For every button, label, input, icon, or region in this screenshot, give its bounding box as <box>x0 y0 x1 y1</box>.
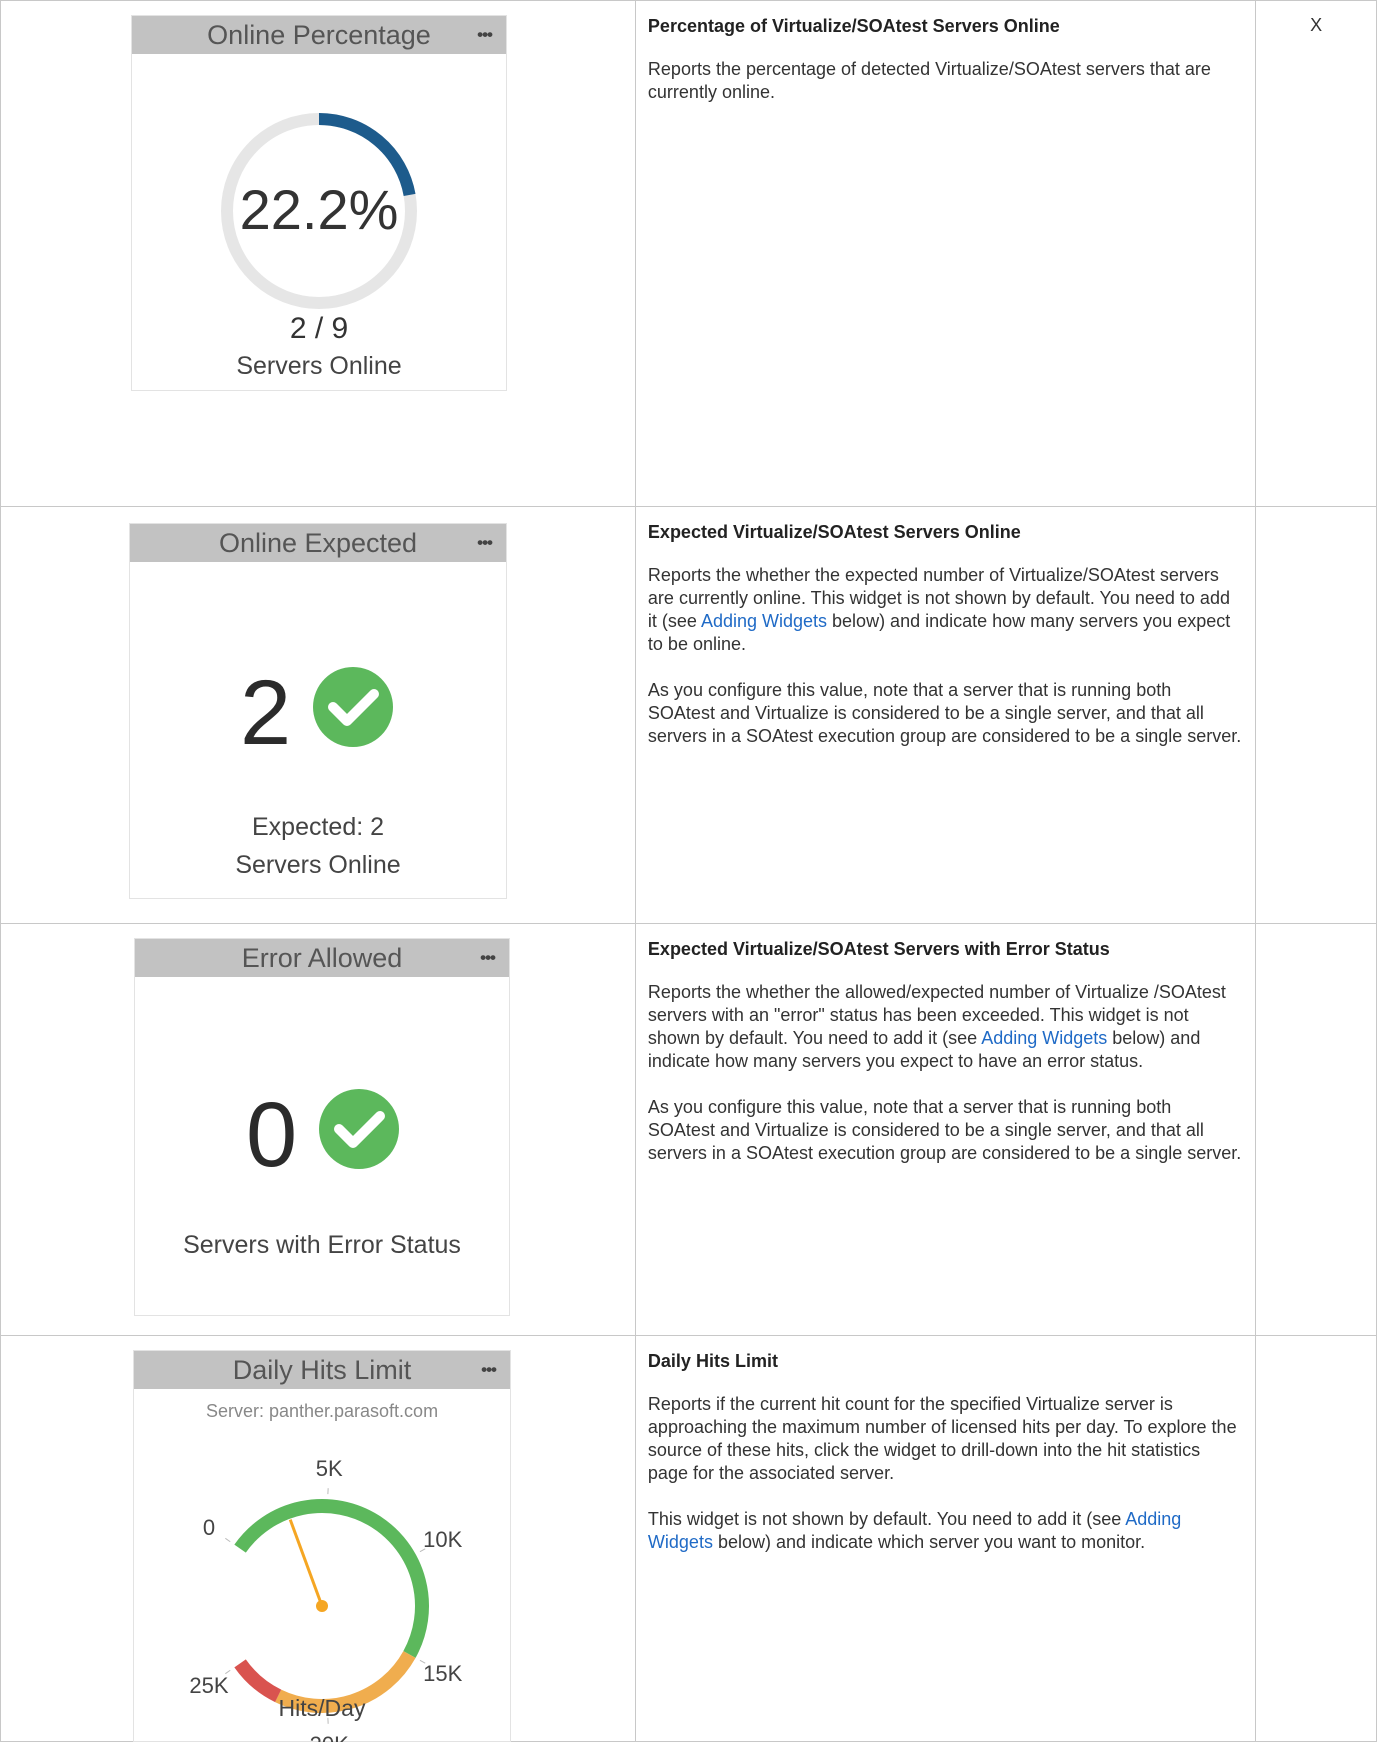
description-paragraph: As you configure this value, note that a… <box>648 679 1243 748</box>
description-heading: Daily Hits Limit <box>648 1350 1243 1373</box>
description-paragraph: Reports if the current hit count for the… <box>648 1393 1243 1485</box>
gauge-tick-label: 10K <box>423 1527 462 1552</box>
widget-caption: Servers with Error Status <box>135 1231 509 1260</box>
gauge-needle-hub <box>316 1600 328 1612</box>
description-heading: Percentage of Virtualize/SOAtest Servers… <box>648 15 1243 38</box>
gauge-tick-label: 15K <box>423 1661 462 1686</box>
error-allowed-widget[interactable]: Error Allowed ••• 0 Servers with Error S… <box>134 938 510 1316</box>
paragraph-text: below) and indicate which server you wan… <box>713 1532 1145 1552</box>
widget-cell: Online Percentage ••• 22.2% 2 / 9 Server… <box>1 1 636 507</box>
description-paragraph: As you configure this value, note that a… <box>648 1096 1243 1165</box>
widget-caption: Servers Online <box>130 851 506 880</box>
daily-hits-limit-widget[interactable]: Daily Hits Limit ••• Server: panther.par… <box>133 1350 511 1742</box>
table-row: Online Expected ••• 2 Expected: 2 Server… <box>1 507 1377 924</box>
status-circle <box>319 1089 399 1169</box>
description-paragraph: Reports the whether the expected number … <box>648 564 1243 656</box>
widget-cell: Error Allowed ••• 0 Servers with Error S… <box>1 924 636 1336</box>
gauge-band <box>240 1663 278 1696</box>
description-paragraph: Reports the percentage of detected Virtu… <box>648 58 1243 104</box>
description-cell: Percentage of Virtualize/SOAtest Servers… <box>635 1 1255 507</box>
adding-widgets-link[interactable]: Adding Widgets <box>701 611 827 631</box>
description-cell: Expected Virtualize/SOAtest Servers with… <box>635 924 1255 1336</box>
mark-cell <box>1256 1336 1377 1742</box>
gauge-unit: Hits/Day <box>134 1695 510 1722</box>
description-heading: Expected Virtualize/SOAtest Servers Onli… <box>648 521 1243 544</box>
x-mark: X <box>1256 1 1376 36</box>
mark-cell <box>1256 507 1377 924</box>
online-percentage-widget[interactable]: Online Percentage ••• 22.2% 2 / 9 Server… <box>131 15 507 391</box>
gauge-tick-label: 0 <box>203 1515 215 1540</box>
adding-widgets-link[interactable]: Adding Widgets <box>981 1028 1107 1048</box>
server-count: 2 / 9 <box>132 312 506 346</box>
widget-caption: Servers Online <box>132 352 506 381</box>
description-cell: Daily Hits Limit Reports if the current … <box>635 1336 1255 1742</box>
description-cell: Expected Virtualize/SOAtest Servers Onli… <box>635 507 1255 924</box>
description-paragraph: Reports the whether the allowed/expected… <box>648 981 1243 1073</box>
table-row: Online Percentage ••• 22.2% 2 / 9 Server… <box>1 1 1377 507</box>
description-paragraph: This widget is not shown by default. You… <box>648 1508 1243 1554</box>
widget-cell: Daily Hits Limit ••• Server: panther.par… <box>1 1336 636 1742</box>
mark-cell: X <box>1256 1 1377 507</box>
gauge-band <box>240 1506 422 1654</box>
gauge-tick-label: 5K <box>316 1456 343 1481</box>
gauge-needle <box>290 1520 322 1606</box>
table-row: Daily Hits Limit ••• Server: panther.par… <box>1 1336 1377 1742</box>
status-circle <box>313 667 393 747</box>
paragraph-text: This widget is not shown by default. You… <box>648 1509 1125 1529</box>
gauge-tick <box>225 1538 230 1541</box>
percentage-value: 22.2% <box>132 177 506 242</box>
mark-cell <box>1256 924 1377 1336</box>
hits-gauge: 05K10K15K20K25K <box>134 1351 510 1741</box>
widgets-table: Online Percentage ••• 22.2% 2 / 9 Server… <box>0 0 1377 1742</box>
description-heading: Expected Virtualize/SOAtest Servers with… <box>648 938 1243 961</box>
online-expected-widget[interactable]: Online Expected ••• 2 Expected: 2 Server… <box>129 523 507 899</box>
expected-label: Expected: 2 <box>130 813 506 842</box>
gauge-tick-label: 20K <box>310 1732 349 1742</box>
widget-cell: Online Expected ••• 2 Expected: 2 Server… <box>1 507 636 924</box>
table-row: Error Allowed ••• 0 Servers with Error S… <box>1 924 1377 1336</box>
